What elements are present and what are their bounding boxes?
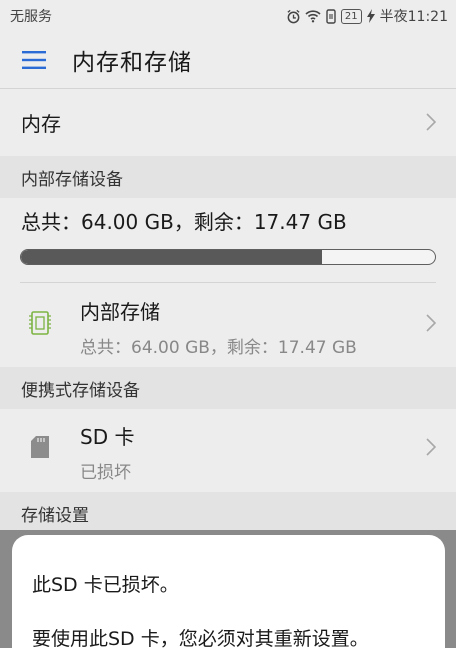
chip-icon [29, 311, 51, 335]
internal-storage-title: 内部存储 [80, 300, 160, 324]
charging-icon [366, 9, 376, 23]
wifi-icon [305, 9, 321, 23]
chevron-right-icon [426, 438, 436, 456]
internal-storage-item[interactable]: 内部存储 总共：64.00 GB，剩余：17.47 GB [0, 290, 456, 358]
internal-storage-subtitle: 总共：64.00 GB，剩余：17.47 GB [80, 338, 357, 358]
status-time: 半夜11:21 [379, 9, 448, 25]
storage-settings-section-header: 存储设置 [0, 492, 456, 534]
page-title: 内存和存储 [72, 50, 192, 76]
sd-card-status: 已损坏 [80, 463, 131, 483]
status-bar: 无服务 21 半夜11:21 [0, 0, 456, 32]
carrier-text: 无服务 [10, 9, 52, 25]
sd-card-title: SD 卡 [80, 425, 135, 449]
battery-indicator: 21 [340, 8, 362, 24]
sd-card-icon [31, 436, 49, 458]
memory-row[interactable]: 内存 [0, 96, 456, 148]
vibrate-icon [325, 8, 337, 24]
portable-storage-section-header: 便携式存储设备 [0, 367, 456, 409]
internal-storage-text: 内部存储 总共：64.00 GB，剩余：17.47 GB [80, 296, 357, 358]
internal-storage-section-header: 内部存储设备 [0, 156, 456, 198]
action-bar: 内存和存储 [0, 32, 456, 88]
storage-summary: 总共：64.00 GB，剩余：17.47 GB [21, 210, 347, 234]
sd-card-text: SD 卡 已损坏 [80, 421, 134, 483]
header-divider [0, 88, 456, 89]
dialog-message: 要使用此SD 卡，您必须对其重新设置。 [32, 628, 369, 648]
summary-divider [20, 282, 436, 283]
chevron-right-icon [426, 314, 436, 332]
sd-card-item[interactable]: SD 卡 已损坏 [0, 413, 456, 483]
storage-usage-fill [21, 250, 323, 264]
dialog-title: 此SD 卡已损坏。 [32, 574, 179, 596]
storage-usage-bar [20, 249, 436, 265]
status-icons: 21 半夜11:21 [286, 6, 448, 26]
chevron-right-icon [426, 113, 436, 131]
memory-row-label: 内存 [21, 111, 61, 136]
sd-card-damaged-dialog: 此SD 卡已损坏。 要使用此SD 卡，您必须对其重新设置。 [12, 535, 445, 648]
hamburger-menu-icon [22, 51, 46, 69]
menu-button[interactable] [0, 32, 72, 88]
screen: 无服务 21 半夜11:21 内存和存储 内存 内部存储设备 总共：64.00 … [0, 0, 456, 648]
alarm-icon [286, 9, 301, 24]
